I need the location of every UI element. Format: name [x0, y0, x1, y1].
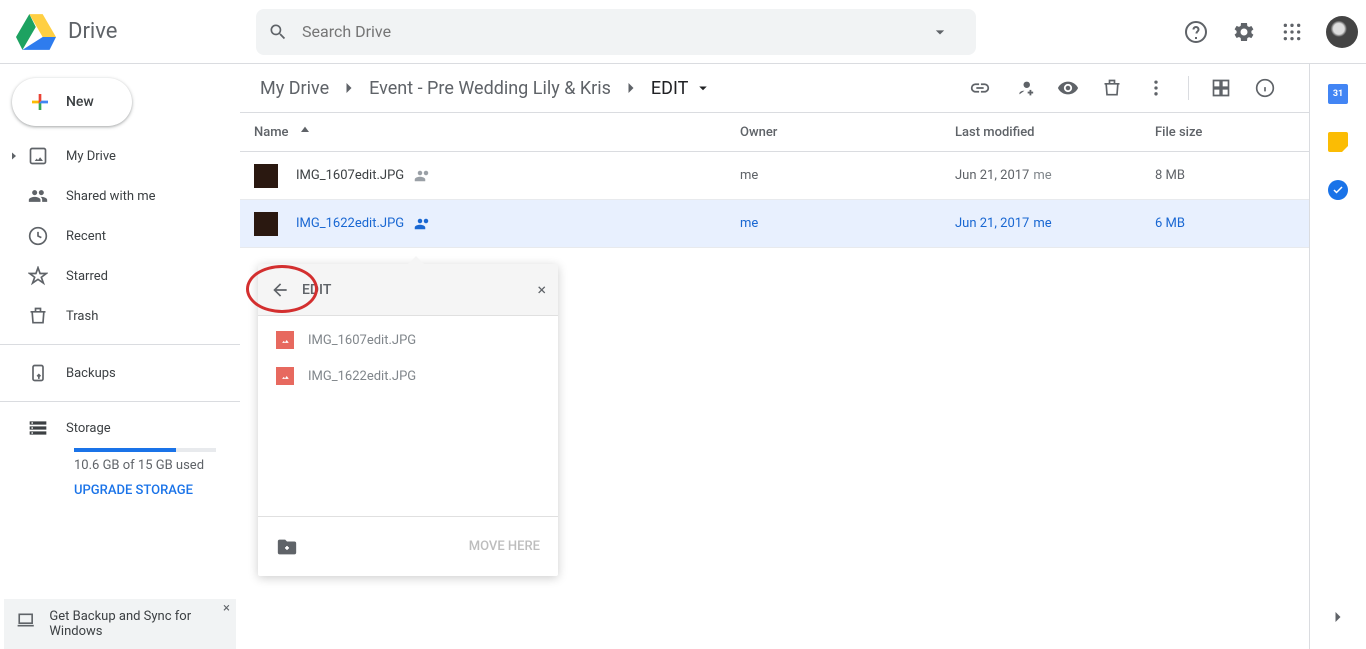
sidebar-item-label: Backups: [66, 366, 116, 381]
sidebar-my-drive[interactable]: My Drive: [0, 136, 240, 176]
col-modified-header[interactable]: Last modified: [955, 125, 1155, 140]
my-drive-icon: [28, 146, 48, 166]
sidebar-backups[interactable]: Backups: [0, 353, 240, 393]
move-to-popup: EDIT × IMG_1607edit.JPG IMG_1622edit.JPG…: [258, 264, 558, 576]
storage-text: 10.6 GB of 15 GB used: [74, 458, 240, 473]
sidebar-starred[interactable]: Starred: [0, 256, 240, 296]
close-icon[interactable]: ×: [537, 280, 546, 299]
sidebar-item-label: Recent: [66, 229, 106, 244]
get-link-icon[interactable]: [960, 68, 1000, 108]
image-file-icon: [276, 331, 294, 349]
move-popup-item-label: IMG_1622edit.JPG: [308, 369, 416, 384]
search-bar[interactable]: [256, 9, 976, 55]
file-name: IMG_1607edit.JPG: [296, 168, 404, 183]
details-icon[interactable]: [1245, 68, 1285, 108]
file-size: 8 MB: [1155, 168, 1285, 183]
upgrade-storage-link[interactable]: UPGRADE STORAGE: [74, 483, 240, 498]
file-row[interactable]: IMG_1622edit.JPG me Jun 21, 2017me 6 MB: [240, 200, 1309, 248]
sidebar-item-label: Starred: [66, 269, 108, 284]
expand-icon[interactable]: [8, 150, 20, 162]
sidebar-storage[interactable]: Storage: [0, 410, 240, 442]
laptop-icon: [16, 609, 35, 631]
shared-icon: [28, 186, 48, 206]
sidebar-shared[interactable]: Shared with me: [0, 176, 240, 216]
chevron-right-icon: [621, 78, 641, 98]
chevron-right-icon: [339, 78, 359, 98]
sidebar-item-label: My Drive: [66, 149, 116, 164]
breadcrumb-root[interactable]: My Drive: [254, 74, 335, 103]
col-owner-header[interactable]: Owner: [740, 125, 955, 140]
help-icon[interactable]: [1176, 12, 1216, 52]
apps-icon[interactable]: [1272, 12, 1312, 52]
account-avatar[interactable]: [1326, 16, 1358, 48]
tasks-app-icon[interactable]: [1328, 180, 1348, 200]
sort-asc-icon[interactable]: [297, 124, 313, 140]
sidebar-item-label: Storage: [66, 421, 111, 436]
new-folder-icon[interactable]: [276, 536, 298, 558]
breadcrumb-current[interactable]: EDIT: [645, 74, 718, 103]
col-size-header[interactable]: File size: [1155, 125, 1285, 140]
sidebar-item-label: Trash: [66, 309, 98, 324]
star-icon: [28, 266, 48, 286]
breadcrumb-item[interactable]: Event - Pre Wedding Lily & Kris: [363, 74, 617, 103]
grid-view-icon[interactable]: [1201, 68, 1241, 108]
search-input[interactable]: [302, 22, 930, 41]
promo-close-icon[interactable]: ×: [223, 601, 230, 616]
backup-sync-promo[interactable]: Get Backup and Sync for Windows ×: [4, 599, 236, 649]
new-button-label: New: [66, 94, 94, 110]
col-name-header[interactable]: Name: [254, 125, 289, 140]
delete-icon[interactable]: [1092, 68, 1132, 108]
file-modified: Jun 21, 2017me: [955, 168, 1155, 183]
file-thumbnail: [254, 212, 278, 236]
calendar-app-icon[interactable]: 31: [1328, 84, 1348, 104]
shared-badge-icon: [414, 167, 432, 185]
file-name: IMG_1622edit.JPG: [296, 216, 404, 231]
move-here-button[interactable]: MOVE HERE: [469, 539, 540, 554]
sidebar-item-label: Shared with me: [66, 189, 156, 204]
dropdown-icon: [694, 79, 712, 97]
sidebar-recent[interactable]: Recent: [0, 216, 240, 256]
trash-icon: [28, 306, 48, 326]
promo-text: Get Backup and Sync for Windows: [49, 609, 224, 639]
settings-icon[interactable]: [1224, 12, 1264, 52]
storage-icon: [28, 418, 48, 438]
product-name: Drive: [68, 19, 117, 44]
move-popup-item[interactable]: IMG_1622edit.JPG: [258, 358, 558, 394]
backups-icon: [28, 363, 48, 383]
sidebar-trash[interactable]: Trash: [0, 296, 240, 336]
file-thumbnail: [254, 164, 278, 188]
keep-app-icon[interactable]: [1328, 132, 1348, 152]
file-size: 6 MB: [1155, 216, 1285, 231]
file-row[interactable]: IMG_1607edit.JPG me Jun 21, 2017me 8 MB: [240, 152, 1309, 200]
back-arrow-icon[interactable]: [270, 280, 290, 300]
new-button[interactable]: New: [12, 78, 132, 126]
search-icon: [268, 22, 288, 42]
drive-logo-icon: [16, 12, 56, 52]
file-owner: me: [740, 216, 955, 231]
preview-icon[interactable]: [1048, 68, 1088, 108]
move-popup-title: EDIT: [302, 282, 331, 298]
move-popup-item-label: IMG_1607edit.JPG: [308, 333, 416, 348]
more-icon[interactable]: [1136, 68, 1176, 108]
storage-bar: [74, 448, 216, 452]
clock-icon: [28, 226, 48, 246]
plus-icon: [28, 90, 52, 114]
file-modified: Jun 21, 2017me: [955, 216, 1155, 231]
file-owner: me: [740, 168, 955, 183]
image-file-icon: [276, 367, 294, 385]
share-icon[interactable]: [1004, 68, 1044, 108]
move-popup-item[interactable]: IMG_1607edit.JPG: [258, 322, 558, 358]
shared-badge-icon: [414, 215, 432, 233]
search-options-icon[interactable]: [930, 22, 950, 42]
hide-panel-icon[interactable]: [1328, 607, 1348, 631]
